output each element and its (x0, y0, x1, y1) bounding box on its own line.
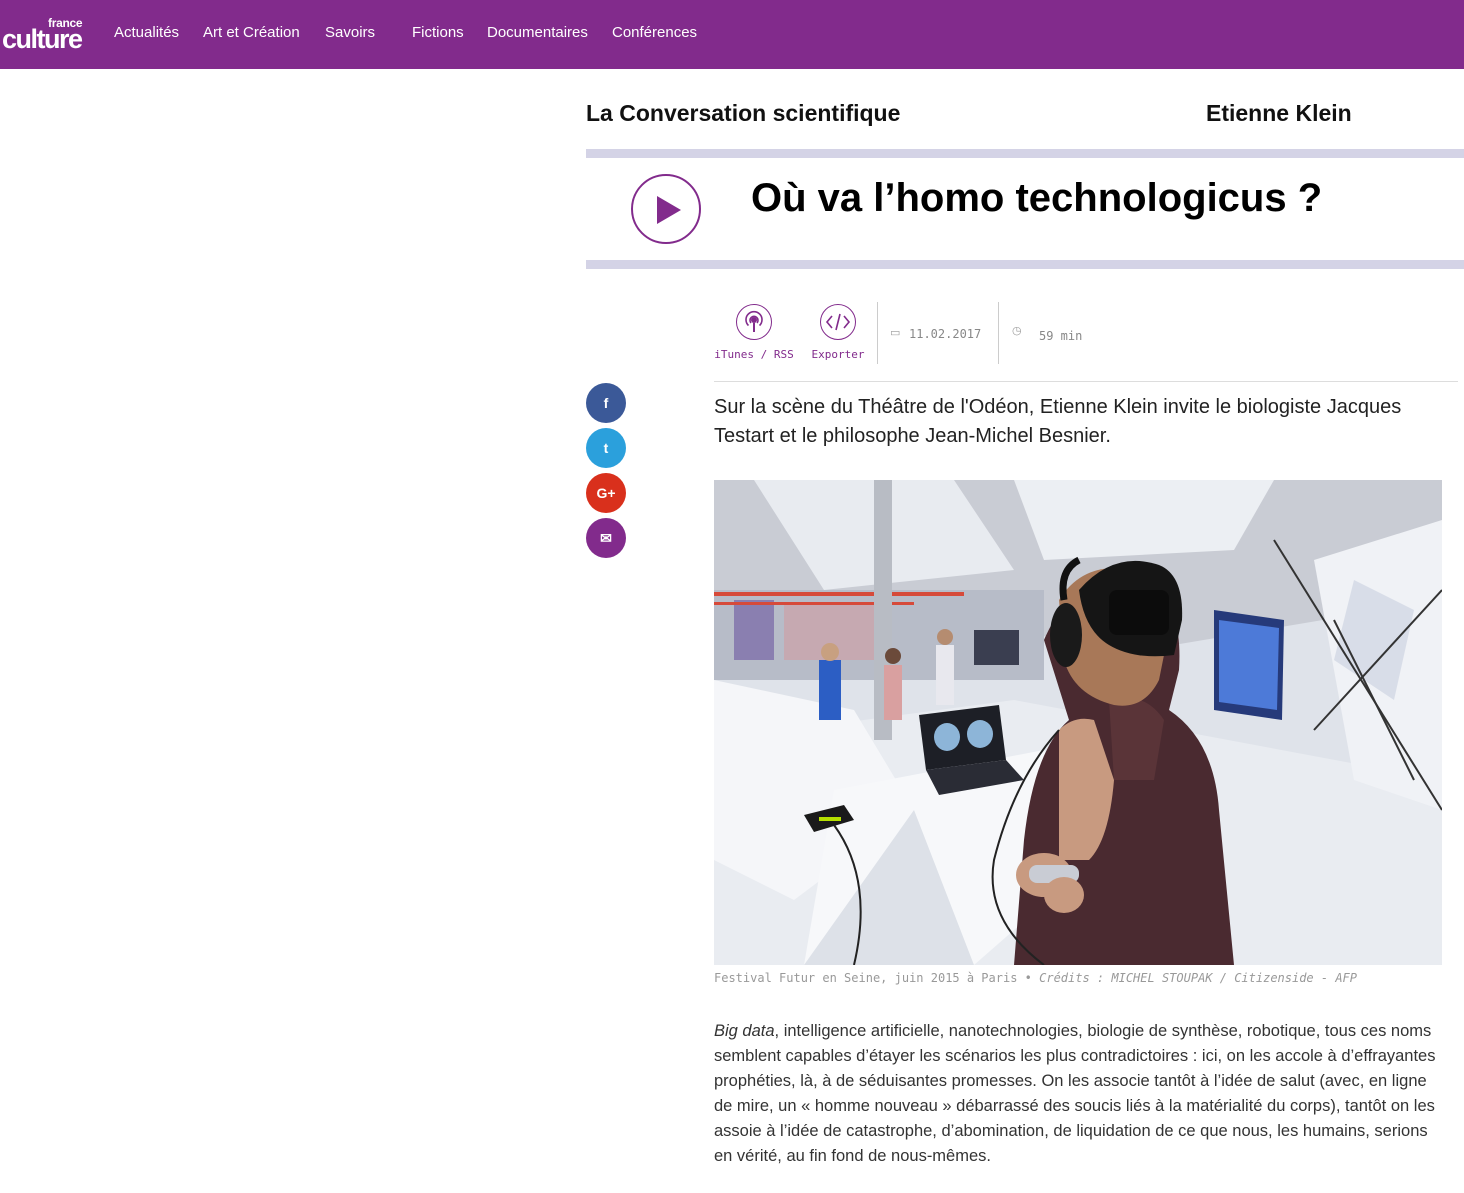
france-culture-logo[interactable]: france culture (2, 14, 92, 54)
nav-item-fictions[interactable]: Fictions (412, 24, 464, 42)
facebook-share-button[interactable]: f (586, 383, 626, 423)
article-body: Big data, intelligence artificielle, nan… (714, 1019, 1444, 1169)
logo-big-text: culture (2, 24, 83, 54)
episode-date: 11.02.2017 (909, 327, 982, 341)
divider (714, 381, 1458, 382)
nav-item-conferences[interactable]: Conférences (612, 24, 697, 42)
code-icon (820, 304, 856, 340)
calendar-icon: ▭ (890, 327, 901, 339)
caption-separator: • (1017, 971, 1040, 985)
email-icon: ✉ (600, 530, 612, 546)
image-caption: Festival Futur en Seine, juin 2015 à Par… (714, 971, 1357, 985)
article-lead: Sur la scène du Théâtre de l'Odéon, Etie… (714, 396, 1402, 447)
facebook-icon: f (603, 395, 609, 411)
nav-item-art-et-creation[interactable]: Art et Création (203, 24, 300, 42)
play-button[interactable] (631, 174, 701, 244)
top-navigation-bar: france culture Actualités Art et Créatio… (0, 0, 1464, 69)
podcast-icon (736, 304, 772, 340)
show-title[interactable]: La Conversation scientifique (586, 100, 900, 127)
google-plus-share-button[interactable]: G+ (586, 473, 626, 513)
google-plus-icon: G+ (596, 485, 616, 501)
twitter-icon: t (603, 440, 609, 456)
separator (998, 302, 999, 364)
header-band-top (586, 149, 1464, 158)
twitter-share-button[interactable]: t (586, 428, 626, 468)
nav-item-savoirs[interactable]: Savoirs (325, 24, 375, 42)
email-share-button[interactable]: ✉ (586, 518, 626, 558)
image-credit: Crédits : MICHEL STOUPAK / Citizenside -… (1039, 971, 1358, 985)
play-icon (657, 196, 681, 224)
itunes-rss-button[interactable]: iTunes / RSS (709, 304, 799, 361)
separator (877, 302, 878, 364)
nav-item-actualites[interactable]: Actualités (114, 24, 179, 42)
export-label: Exporter (811, 348, 865, 361)
body-text: , intelligence artificielle, nanotechnol… (714, 1022, 1436, 1165)
caption-text: Festival Futur en Seine, juin 2015 à Par… (714, 971, 1018, 985)
header-band-bottom (586, 260, 1464, 269)
body-lead-italic: Big data (714, 1022, 775, 1040)
nav-item-documentaires[interactable]: Documentaires (487, 24, 588, 42)
itunes-rss-label: iTunes / RSS (714, 348, 794, 361)
timer-icon: ◷ (1012, 325, 1022, 337)
export-button[interactable]: Exporter (793, 304, 883, 361)
article-image (714, 480, 1442, 965)
producer-name[interactable]: Etienne Klein (1206, 100, 1352, 127)
episode-duration: 59 min (1039, 329, 1083, 343)
episode-title: Où va l’homo technologicus ? (751, 176, 1323, 220)
